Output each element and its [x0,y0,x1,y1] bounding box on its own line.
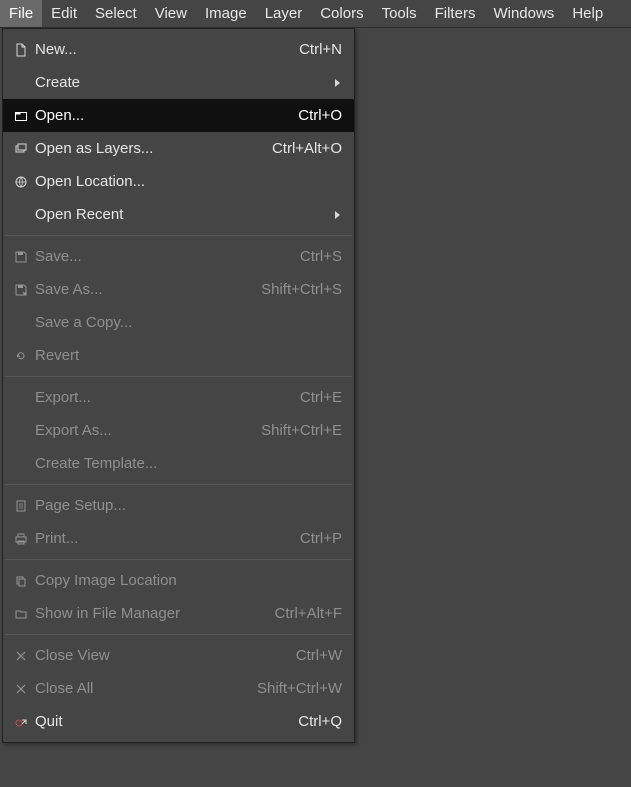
page-setup-icon [11,499,31,513]
menubar-item-select[interactable]: Select [86,0,146,27]
save-as-icon [11,283,31,297]
menu-item-accel: Ctrl+Alt+O [260,140,342,157]
menu-separator [5,634,352,635]
menubar-item-edit[interactable]: Edit [42,0,86,27]
menu-item-show-in-file-manager: Show in File Manager Ctrl+Alt+F [3,597,354,630]
file-menu: New... Ctrl+N Create Open... Ctrl+O Open… [2,28,355,743]
menu-item-label: Open Location... [31,173,342,190]
menu-item-print: Print... Ctrl+P [3,522,354,555]
menu-item-label: Create Template... [31,455,342,472]
menubar-item-help[interactable]: Help [563,0,612,27]
menu-item-quit[interactable]: Quit Ctrl+Q [3,705,354,738]
menu-item-accel: Ctrl+E [288,389,342,406]
menu-item-accel: Shift+Ctrl+W [245,680,342,697]
menu-item-accel: Ctrl+Q [286,713,342,730]
menu-item-export-as: Export As... Shift+Ctrl+E [3,414,354,447]
menu-item-label: Export As... [31,422,249,439]
menu-item-accel: Ctrl+S [288,248,342,265]
menu-item-open[interactable]: Open... Ctrl+O [3,99,354,132]
menu-item-label: Open Recent [31,206,322,223]
menu-item-label: Save a Copy... [31,314,342,331]
menu-item-open-recent[interactable]: Open Recent [3,198,354,231]
menubar-item-file[interactable]: File [0,0,42,27]
menu-separator [5,559,352,560]
menu-item-label: Page Setup... [31,497,342,514]
menu-item-new[interactable]: New... Ctrl+N [3,33,354,66]
new-file-icon [11,43,31,57]
menu-item-label: Open as Layers... [31,140,260,157]
menubar-item-layer[interactable]: Layer [256,0,312,27]
menu-item-label: Create [31,74,322,91]
copy-icon [11,574,31,588]
menu-item-open-location[interactable]: Open Location... [3,165,354,198]
menubar-item-filters[interactable]: Filters [426,0,485,27]
menu-item-label: Quit [31,713,286,730]
menu-item-close-all: Close All Shift+Ctrl+W [3,672,354,705]
menu-item-accel: Ctrl+N [287,41,342,58]
menu-item-save-a-copy: Save a Copy... [3,306,354,339]
menu-item-accel: Ctrl+O [286,107,342,124]
revert-icon [11,349,31,363]
menu-item-open-as-layers[interactable]: Open as Layers... Ctrl+Alt+O [3,132,354,165]
menu-item-copy-image-location: Copy Image Location [3,564,354,597]
globe-icon [11,175,31,189]
menu-separator [5,376,352,377]
menubar-item-windows[interactable]: Windows [484,0,563,27]
menubar-item-tools[interactable]: Tools [373,0,426,27]
quit-icon [11,715,31,729]
menu-item-label: Revert [31,347,342,364]
menu-item-label: Print... [31,530,288,547]
menubar: File Edit Select View Image Layer Colors… [0,0,631,28]
folder-icon [11,607,31,621]
menu-item-save-as: Save As... Shift+Ctrl+S [3,273,354,306]
menu-item-label: Show in File Manager [31,605,262,622]
submenu-chevron-icon [322,210,342,220]
menu-separator [5,235,352,236]
menu-item-label: Export... [31,389,288,406]
close-icon [11,650,31,662]
submenu-chevron-icon [322,78,342,88]
menu-item-create-template: Create Template... [3,447,354,480]
menubar-item-colors[interactable]: Colors [311,0,372,27]
menu-item-label: Close View [31,647,284,664]
menubar-item-view[interactable]: View [146,0,196,27]
menu-separator [5,484,352,485]
menu-item-page-setup: Page Setup... [3,489,354,522]
menu-item-save: Save... Ctrl+S [3,240,354,273]
menu-item-accel: Ctrl+P [288,530,342,547]
menu-item-accel: Ctrl+W [284,647,342,664]
menu-item-label: Copy Image Location [31,572,342,589]
print-icon [11,532,31,546]
menu-item-label: New... [31,41,287,58]
close-all-icon [11,683,31,695]
save-icon [11,250,31,264]
menubar-item-image[interactable]: Image [196,0,256,27]
menu-item-close-view: Close View Ctrl+W [3,639,354,672]
menu-item-accel: Shift+Ctrl+E [249,422,342,439]
menu-item-label: Save As... [31,281,249,298]
menu-item-label: Close All [31,680,245,697]
menu-item-accel: Ctrl+Alt+F [262,605,342,622]
menu-item-revert: Revert [3,339,354,372]
menu-item-label: Open... [31,107,286,124]
layers-icon [11,142,31,156]
menu-item-export: Export... Ctrl+E [3,381,354,414]
menu-item-create[interactable]: Create [3,66,354,99]
menu-item-accel: Shift+Ctrl+S [249,281,342,298]
menu-item-label: Save... [31,248,288,265]
open-icon [11,109,31,123]
